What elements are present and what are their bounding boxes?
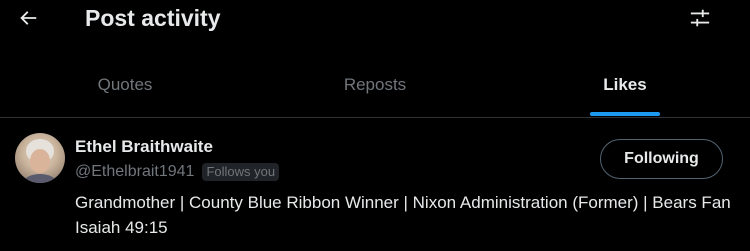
handle-row: @Ethelbrait1941 Follows you [75, 162, 280, 182]
following-button[interactable]: Following [600, 139, 723, 179]
tab-label: Quotes [97, 75, 153, 94]
user-display-name[interactable]: Ethel Braithwaite [75, 136, 213, 158]
arrow-left-icon [17, 7, 39, 34]
avatar[interactable] [15, 133, 65, 183]
top-bar: Post activity [0, 0, 750, 40]
follows-you-badge: Follows you [202, 163, 280, 181]
settings-button[interactable] [682, 2, 718, 38]
tab-label: Likes [603, 75, 647, 94]
tab-reposts[interactable]: Reposts [250, 56, 500, 117]
page-title: Post activity [85, 5, 221, 31]
user-handle[interactable]: @Ethelbrait1941 [75, 162, 194, 182]
active-tab-indicator [590, 112, 660, 116]
sliders-icon [689, 7, 711, 34]
user-bio: Grandmother | County Blue Ribbon Winner … [75, 193, 731, 237]
user-cell[interactable]: Ethel Braithwaite @Ethelbrait1941 Follow… [0, 119, 750, 251]
tab-likes[interactable]: Likes [500, 56, 750, 117]
tab-bar: Quotes Reposts Likes [0, 56, 750, 118]
tab-quotes[interactable]: Quotes [0, 56, 250, 117]
back-button[interactable] [10, 2, 46, 38]
tab-label: Reposts [343, 75, 407, 94]
